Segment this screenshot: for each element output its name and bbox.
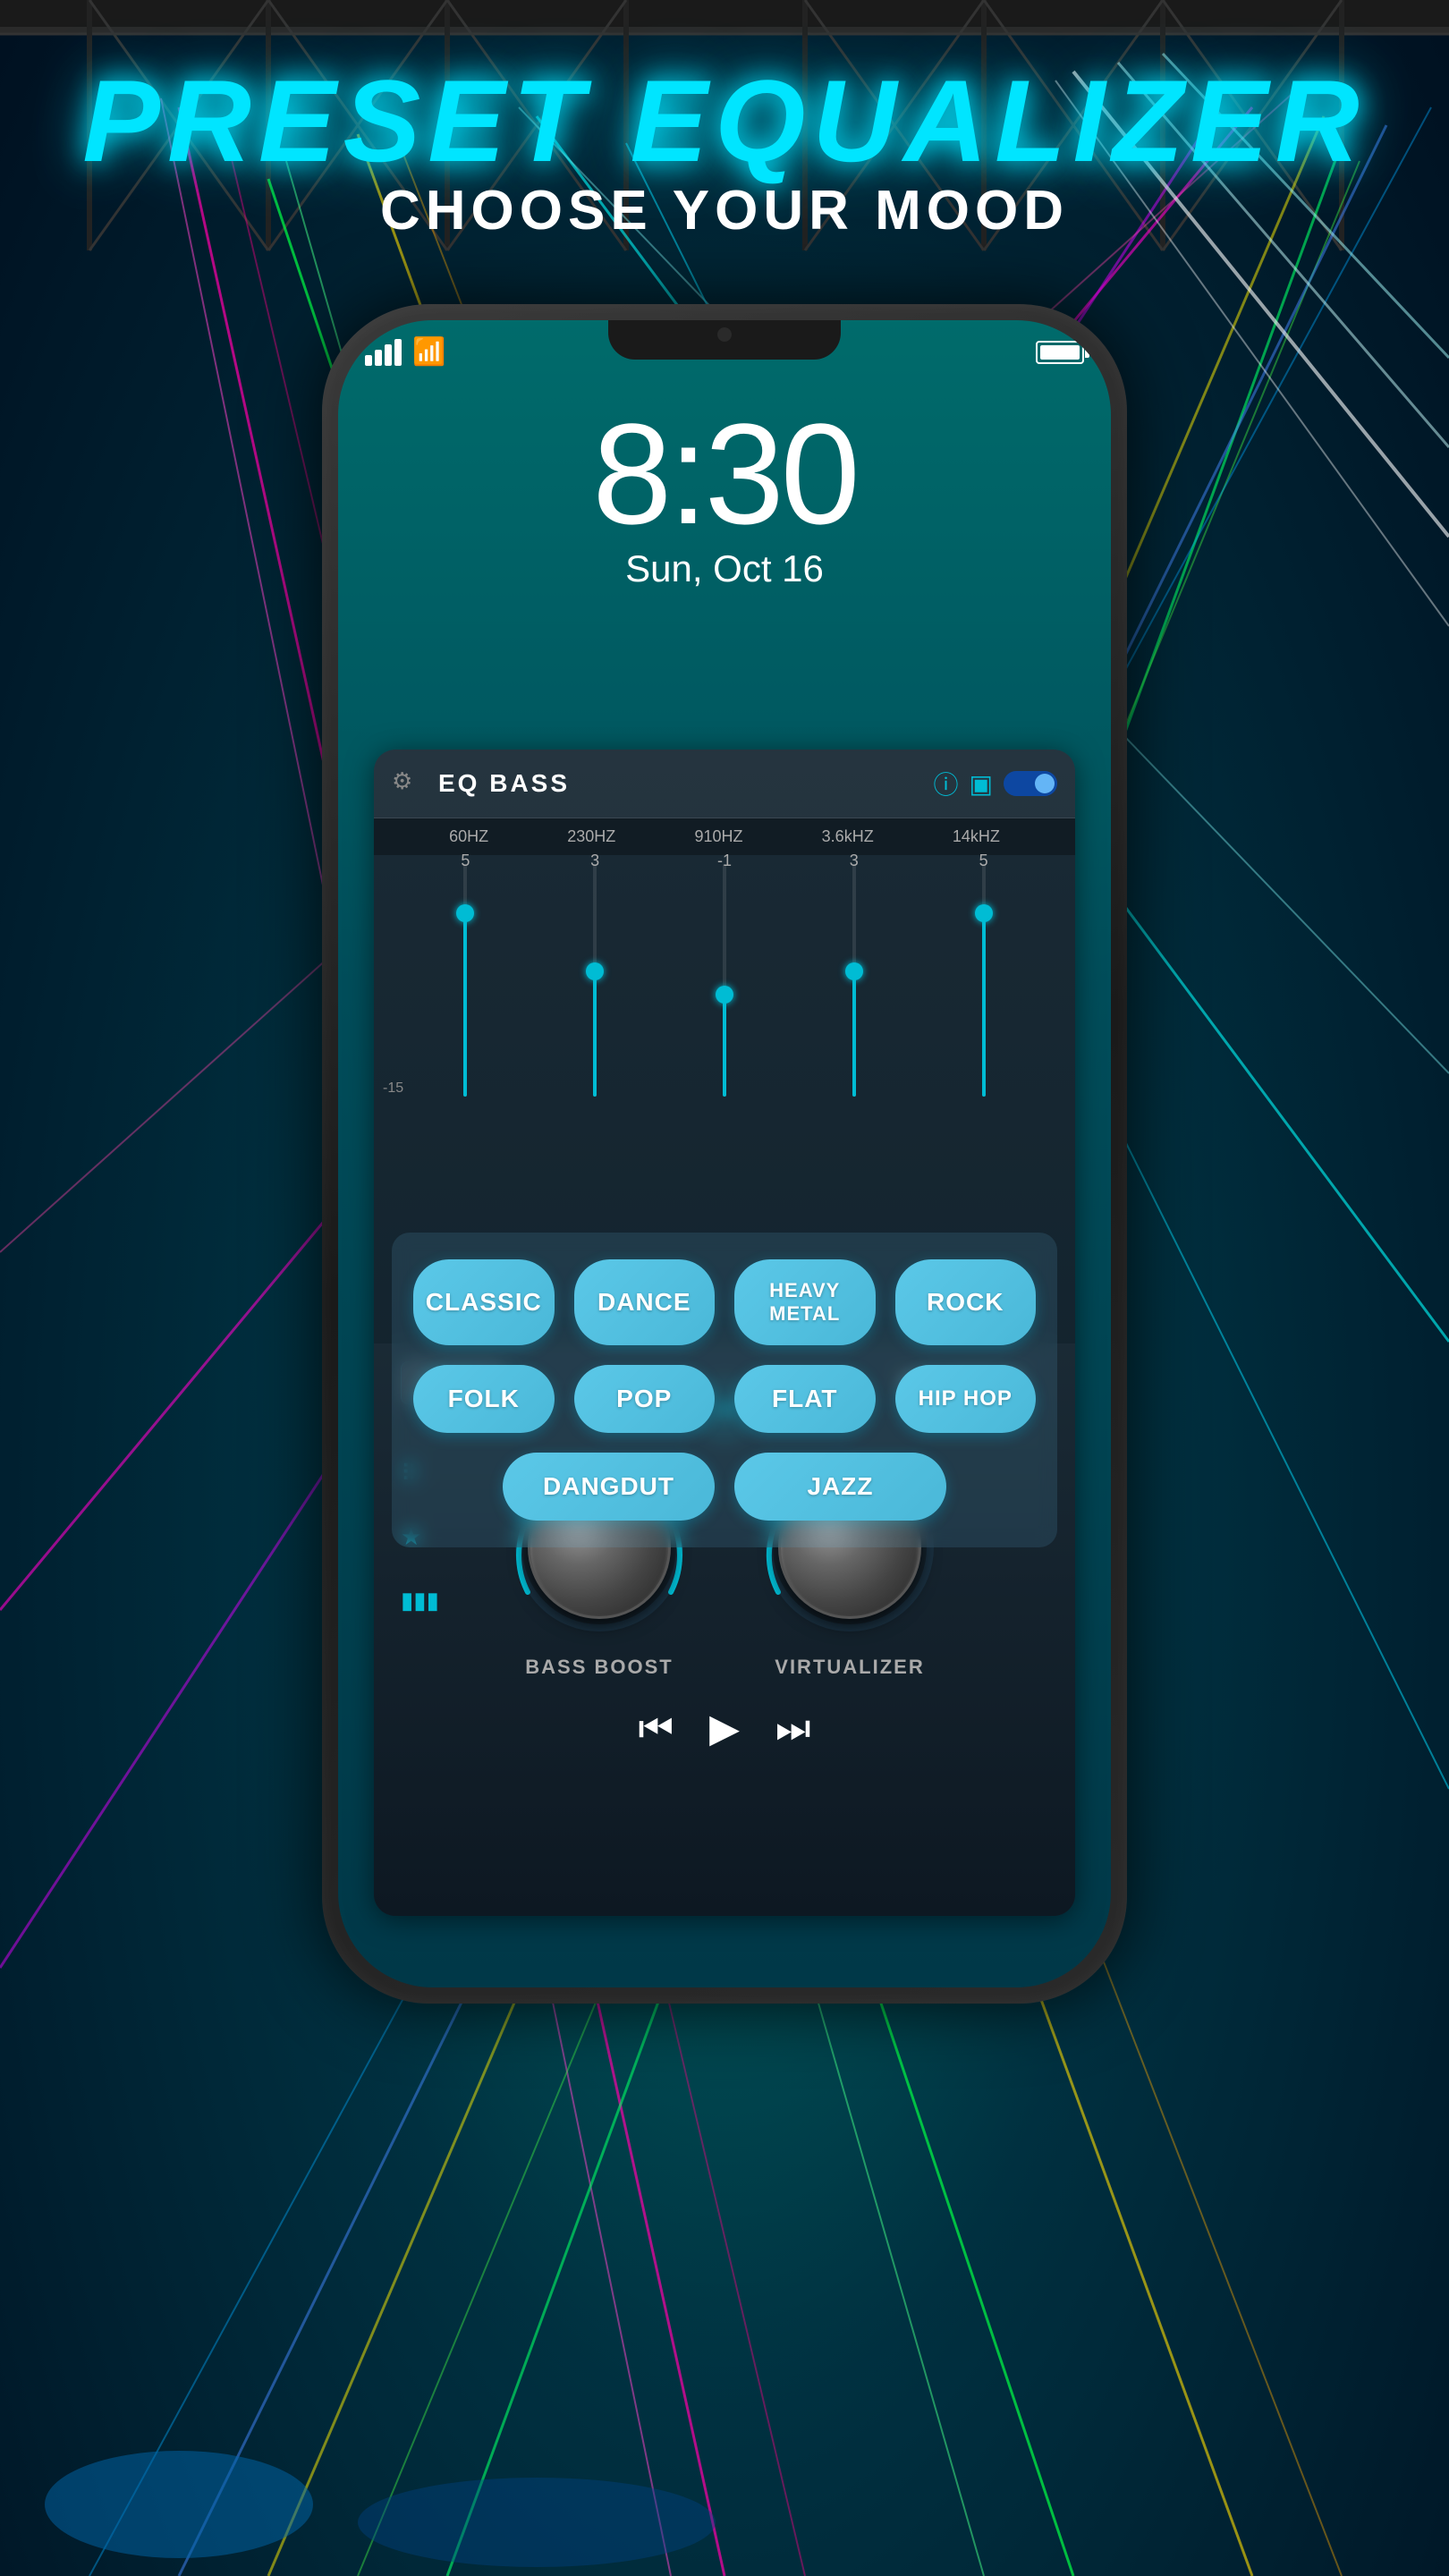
preset-folk[interactable]: FOLK [413, 1365, 555, 1433]
signal-bar-3 [385, 344, 392, 366]
status-left: 📶 [365, 336, 445, 368]
bars-icon: ▮▮▮ [401, 1587, 439, 1614]
slider-14khz[interactable]: 5 [966, 855, 1002, 1106]
preset-hip-hop[interactable]: HIP HOP [895, 1365, 1037, 1433]
clock-time: 8:30 [338, 392, 1111, 556]
preset-dance[interactable]: DANCE [574, 1259, 716, 1345]
freq-14khz: 14kHZ [953, 827, 1000, 846]
preset-rock[interactable]: ROCK [895, 1259, 1037, 1345]
eq-toggle[interactable] [1004, 771, 1057, 796]
presets-row3: DANGDUT JAZZ [413, 1453, 1036, 1521]
virtualizer-label: VIRTUALIZER [775, 1656, 924, 1679]
freq-230hz: 230HZ [567, 827, 615, 846]
preset-dangdut[interactable]: DANGDUT [503, 1453, 715, 1521]
signal-bar-2 [375, 350, 382, 366]
info-icon[interactable]: ⓘ [934, 766, 959, 801]
track-60hz [463, 864, 467, 1097]
eq-icons: ⓘ ▣ [934, 766, 1057, 801]
main-title: PRESET EQUALIZER [0, 54, 1449, 188]
signal-icon [365, 339, 402, 366]
transport-controls: ⏮ ▶ ⏭ [401, 1706, 1048, 1751]
eq-sliders-area: -15 5 3 [374, 855, 1075, 1106]
freq-910hz: 910HZ [694, 827, 742, 846]
signal-bar-1 [365, 355, 372, 366]
next-button[interactable]: ⏭ [775, 1707, 811, 1751]
phone-notch [608, 320, 841, 360]
db-bot: -15 [383, 1080, 403, 1097]
freq-60hz: 60HZ [449, 827, 488, 846]
presets-row1: CLASSIC DANCE HEAVY METAL ROCK [413, 1259, 1036, 1345]
phone-screen: 📶 8:30 Sun, Oct 16 ⚙ EQ BASS ⓘ [338, 320, 1111, 1987]
battery-icon [1036, 341, 1084, 364]
phone-device: 📶 8:30 Sun, Oct 16 ⚙ EQ BASS ⓘ [322, 304, 1127, 2004]
db-labels: -15 [383, 855, 403, 1106]
track-910hz [723, 864, 726, 1097]
eq-panel: ⚙ EQ BASS ⓘ ▣ 60HZ 230HZ 910HZ 3.6k [374, 750, 1075, 1916]
slider-36khz[interactable]: 3 [836, 855, 872, 1106]
clock-area: 8:30 Sun, Oct 16 [338, 392, 1111, 590]
phone-outer-shell: 📶 8:30 Sun, Oct 16 ⚙ EQ BASS ⓘ [322, 304, 1127, 2004]
eq-header: ⚙ EQ BASS ⓘ ▣ [374, 750, 1075, 818]
slider-60hz[interactable]: 5 [447, 855, 483, 1106]
sub-title: CHOOSE YOUR MOOD [0, 179, 1449, 242]
eq-freq-bar: 60HZ 230HZ 910HZ 3.6kHZ 14kHZ [374, 818, 1075, 855]
slider-910hz[interactable]: -1 [707, 855, 742, 1106]
eq-toggle-dot [1035, 774, 1055, 793]
track-230hz [593, 864, 597, 1097]
presets-row2: FOLK POP FLAT HIP HOP [413, 1365, 1036, 1433]
track-14khz [982, 864, 986, 1097]
prev-button[interactable]: ⏮ [638, 1707, 674, 1751]
signal-bar-4 [394, 339, 402, 366]
clock-date: Sun, Oct 16 [338, 547, 1111, 590]
freq-36khz: 3.6kHZ [822, 827, 874, 846]
play-pause-button[interactable]: ▶ [709, 1706, 740, 1751]
bass-boost-label: BASS BOOST [525, 1656, 673, 1679]
gear-icon[interactable]: ⚙ [392, 767, 424, 800]
preset-pop[interactable]: POP [574, 1365, 716, 1433]
battery-fill [1040, 345, 1080, 360]
preset-heavy-metal[interactable]: HEAVY METAL [734, 1259, 876, 1345]
wifi-icon: 📶 [412, 336, 445, 368]
preset-flat[interactable]: FLAT [734, 1365, 876, 1433]
preset-classic[interactable]: CLASSIC [413, 1259, 555, 1345]
header: PRESET EQUALIZER CHOOSE YOUR MOOD [0, 54, 1449, 242]
eq-title: EQ BASS [438, 769, 934, 798]
track-36khz [852, 864, 856, 1097]
square-icon[interactable]: ▣ [970, 769, 993, 799]
preset-jazz[interactable]: JAZZ [734, 1453, 946, 1521]
slider-230hz[interactable]: 3 [577, 855, 613, 1106]
presets-overlay: CLASSIC DANCE HEAVY METAL ROCK FOLK POP … [392, 1233, 1057, 1547]
